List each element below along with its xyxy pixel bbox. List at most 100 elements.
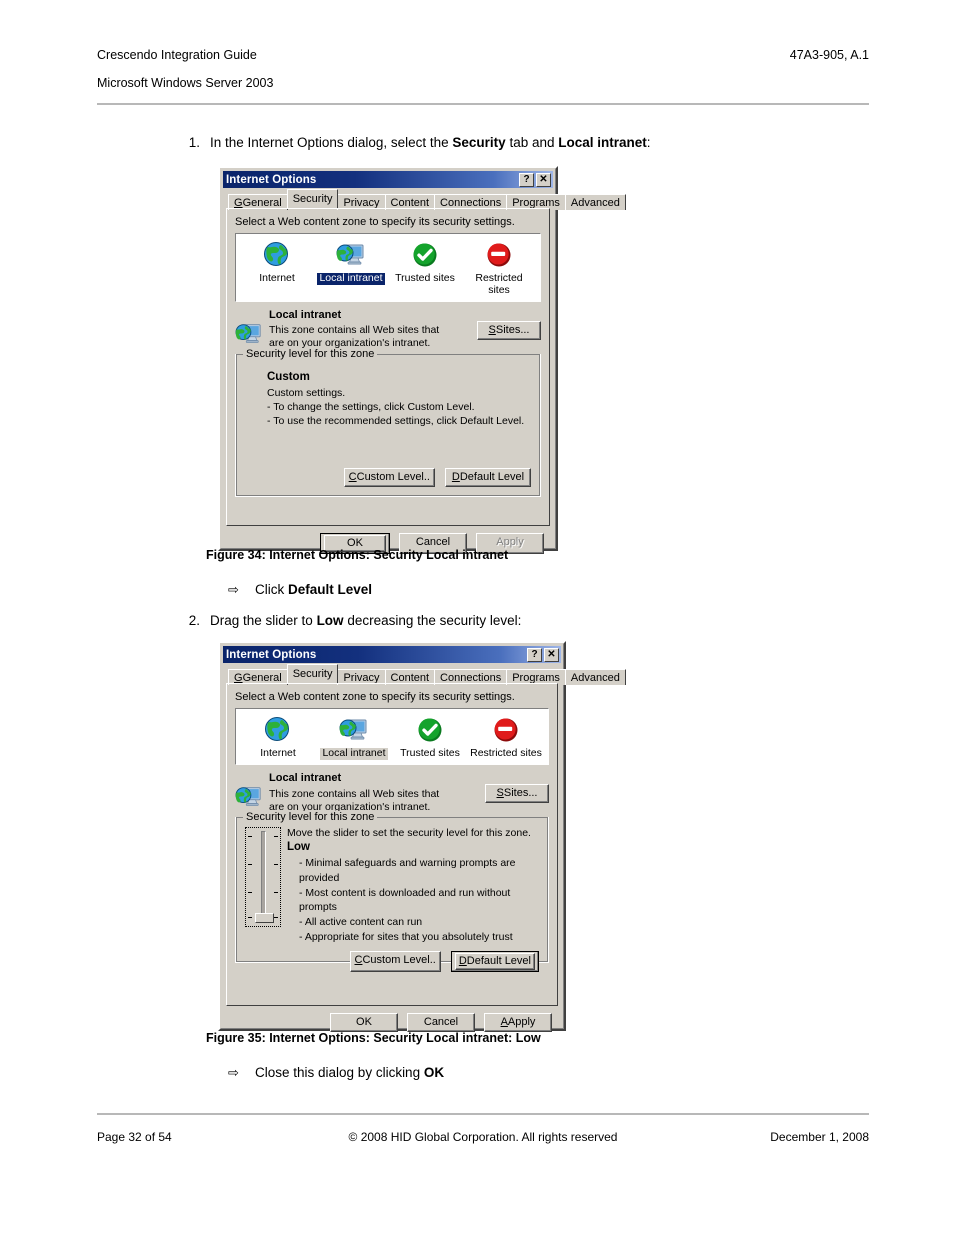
- security-level-info: Move the slider to set the security leve…: [287, 827, 539, 945]
- step-2: 2. Drag the slider to Low decreasing the…: [178, 612, 818, 630]
- help-button[interactable]: ?: [527, 647, 542, 662]
- zone-list-1[interactable]: Internet Local intranet Trusted sites Re…: [235, 233, 541, 302]
- zone-hint-2: Select a Web content zone to specify its…: [235, 691, 515, 703]
- tab-advanced[interactable]: Advanced: [564, 669, 626, 685]
- zone-trusted-sites-label: Trusted sites: [395, 272, 455, 284]
- zone-restricted-sites[interactable]: Restricted sites: [468, 715, 544, 760]
- zone-desc-title-1: Local intranet: [269, 308, 342, 321]
- close-button[interactable]: ✕: [536, 172, 551, 187]
- default-level-button-2[interactable]: DDefault Level: [450, 951, 539, 973]
- sites-button-1[interactable]: SSites...: [477, 320, 541, 340]
- default-level-button-1[interactable]: DDefault Level: [445, 468, 531, 488]
- level-bullet-2: - Most content is downloaded and run wit…: [299, 886, 511, 914]
- zone-desc-icon-2: [235, 772, 269, 813]
- dialog-2-footer: OK Cancel AApply: [223, 1006, 561, 1032]
- internet-options-dialog-1[interactable]: Internet Options ? ✕ GGeneral Security P…: [218, 166, 626, 554]
- zone-desc-text-1: Local intranet This zone contains all We…: [269, 309, 477, 351]
- tab-security[interactable]: Security: [286, 664, 339, 683]
- globe-icon: [240, 240, 314, 270]
- level-name-1: Custom: [267, 370, 310, 383]
- zone-internet[interactable]: Internet: [240, 240, 314, 297]
- globe-monitor-icon: [316, 715, 392, 745]
- header-title: Crescendo Integration Guide: [97, 48, 257, 62]
- footer-divider: [97, 1113, 869, 1115]
- cancel-button-2[interactable]: Cancel: [407, 1013, 475, 1032]
- red-deny-icon: [462, 240, 536, 270]
- custom-level-button-1[interactable]: CCustom Level..: [343, 468, 435, 488]
- dialog-2-tabstrip[interactable]: GGeneral Security Privacy Content Connec…: [223, 663, 626, 685]
- custom-level-button-2[interactable]: CCustom Level..: [349, 951, 441, 973]
- sites-button-2[interactable]: SSites...: [485, 783, 549, 803]
- step-1-number: 1.: [188, 135, 200, 150]
- header-divider: [97, 103, 869, 105]
- zone-restricted-sites[interactable]: Restricted sites: [462, 240, 536, 297]
- level-line-3: - To use the recommended settings, click…: [267, 414, 525, 427]
- zone-desc-line1-2: This zone contains all Web sites that: [269, 787, 440, 800]
- slider-hint: Move the slider to set the security leve…: [287, 826, 531, 839]
- security-level-slider[interactable]: [245, 826, 281, 927]
- zone-description-2: Local intranet This zone contains all We…: [235, 772, 549, 814]
- level-bullets-2: - Minimal safeguards and warning prompts…: [299, 856, 539, 945]
- zone-list-2[interactable]: Internet Local intranet Trusted sites Re…: [235, 708, 549, 765]
- level-bullet-1: - Minimal safeguards and warning prompts…: [299, 856, 516, 884]
- zone-desc-line1-1: This zone contains all Web sites that: [269, 324, 440, 337]
- zone-restricted-sites-label: Restricted sites: [475, 272, 523, 296]
- document-header: Crescendo Integration Guide 47A3-905, A.…: [97, 48, 869, 90]
- arrow-icon-1: ⇨: [228, 582, 239, 597]
- security-level-group-1: Security level for this zone Custom Cust…: [235, 347, 541, 497]
- zone-hint-1: Select a Web content zone to specify its…: [235, 216, 515, 228]
- zone-restricted-sites-label: Restricted sites: [470, 747, 542, 759]
- dialog-1-tabstrip[interactable]: GGeneral Security Privacy Content Connec…: [223, 188, 626, 210]
- header-subtitle: Microsoft Windows Server 2003: [97, 76, 274, 90]
- document-page: Crescendo Integration Guide 47A3-905, A.…: [0, 0, 954, 1235]
- dialog-1-title: Internet Options: [226, 173, 317, 186]
- green-check-icon: [388, 240, 462, 270]
- internet-options-dialog-2[interactable]: Internet Options ? ✕ GGeneral Security P…: [218, 641, 626, 1032]
- zone-internet-label: Internet: [259, 272, 295, 284]
- globe-icon: [240, 715, 316, 745]
- security-level-group-2: Security level for this zone Move the sl…: [235, 810, 549, 973]
- step-2-number: 2.: [188, 613, 200, 628]
- step-1: 1. In the Internet Options dialog, selec…: [178, 134, 818, 152]
- zone-local-intranet-label: Local intranet: [317, 272, 385, 285]
- close-button[interactable]: ✕: [544, 647, 559, 662]
- zone-local-intranet[interactable]: Local intranet: [314, 240, 388, 297]
- footer-copyright: © 2008 HID Global Corporation. All right…: [348, 1130, 618, 1144]
- dialog-2-titlebar[interactable]: Internet Options ? ✕: [223, 646, 561, 663]
- green-check-icon: [392, 715, 468, 745]
- step-1-text: In the Internet Options dialog, select t…: [210, 135, 651, 150]
- dialog-2-title: Internet Options: [226, 648, 317, 661]
- bullet-close-dialog: ⇨ Close this dialog by clicking OK: [228, 1065, 445, 1080]
- zone-local-intranet[interactable]: Local intranet: [316, 715, 392, 760]
- tab-advanced[interactable]: Advanced: [564, 194, 626, 210]
- zone-trusted-sites[interactable]: Trusted sites: [388, 240, 462, 297]
- level-name-2: Low: [287, 840, 310, 853]
- tab-security[interactable]: Security: [286, 189, 339, 208]
- bullet-click-default-level: ⇨ Click Default Level: [228, 582, 373, 597]
- globe-monitor-icon: [314, 240, 388, 270]
- dialog-2-tabbody: Select a Web content zone to specify its…: [226, 683, 558, 1006]
- zone-internet[interactable]: Internet: [240, 715, 316, 760]
- dialog-1-titlebar[interactable]: Internet Options ? ✕: [223, 171, 553, 188]
- figure-34-caption: Figure 34: Internet Options: Security Lo…: [206, 548, 509, 562]
- zone-desc-text-2: Local intranet This zone contains all We…: [269, 772, 485, 814]
- zone-description-1: Local intranet This zone contains all We…: [235, 309, 541, 351]
- arrow-icon-2: ⇨: [228, 1065, 239, 1080]
- zone-local-intranet-label: Local intranet: [320, 747, 388, 760]
- figure-35-caption: Figure 35: Internet Options: Security Lo…: [206, 1031, 541, 1045]
- step-2-text: Drag the slider to Low decreasing the se…: [210, 613, 522, 628]
- zone-trusted-sites-label: Trusted sites: [400, 747, 460, 759]
- level-line-2: - To change the settings, click Custom L…: [267, 400, 475, 413]
- help-button[interactable]: ?: [519, 172, 534, 187]
- apply-button-2[interactable]: AApply: [484, 1013, 552, 1032]
- level-line-1: Custom settings.: [267, 386, 346, 399]
- header-docnumber: 47A3-905, A.1: [789, 48, 869, 62]
- level-bullet-3: - All active content can run: [299, 916, 423, 929]
- level-bullet-4: - Appropriate for sites that you absolut…: [299, 931, 513, 944]
- red-deny-icon: [468, 715, 544, 745]
- zone-trusted-sites[interactable]: Trusted sites: [392, 715, 468, 760]
- zone-desc-title-2: Local intranet: [269, 771, 342, 784]
- security-level-label-2: Security level for this zone: [243, 810, 378, 823]
- zone-internet-label: Internet: [260, 747, 296, 759]
- ok-button-2[interactable]: OK: [330, 1013, 398, 1032]
